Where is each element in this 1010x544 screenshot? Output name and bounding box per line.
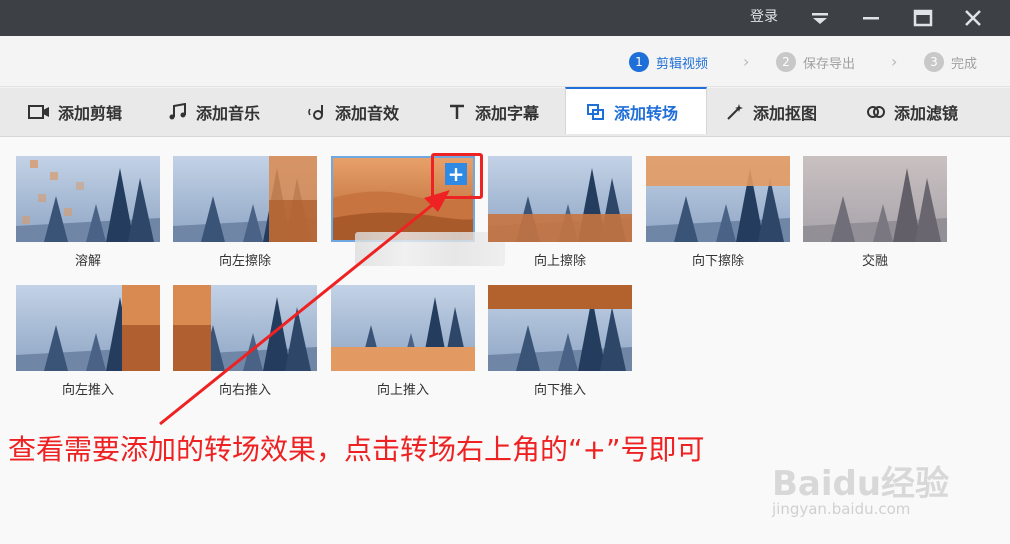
watermark-url: jingyan.baidu.com: [772, 500, 911, 518]
instruction-text: 查看需要添加的转场效果，点击转场右上角的“+”号即可: [8, 433, 705, 466]
watermark-logo: Baidu经验: [772, 464, 950, 504]
